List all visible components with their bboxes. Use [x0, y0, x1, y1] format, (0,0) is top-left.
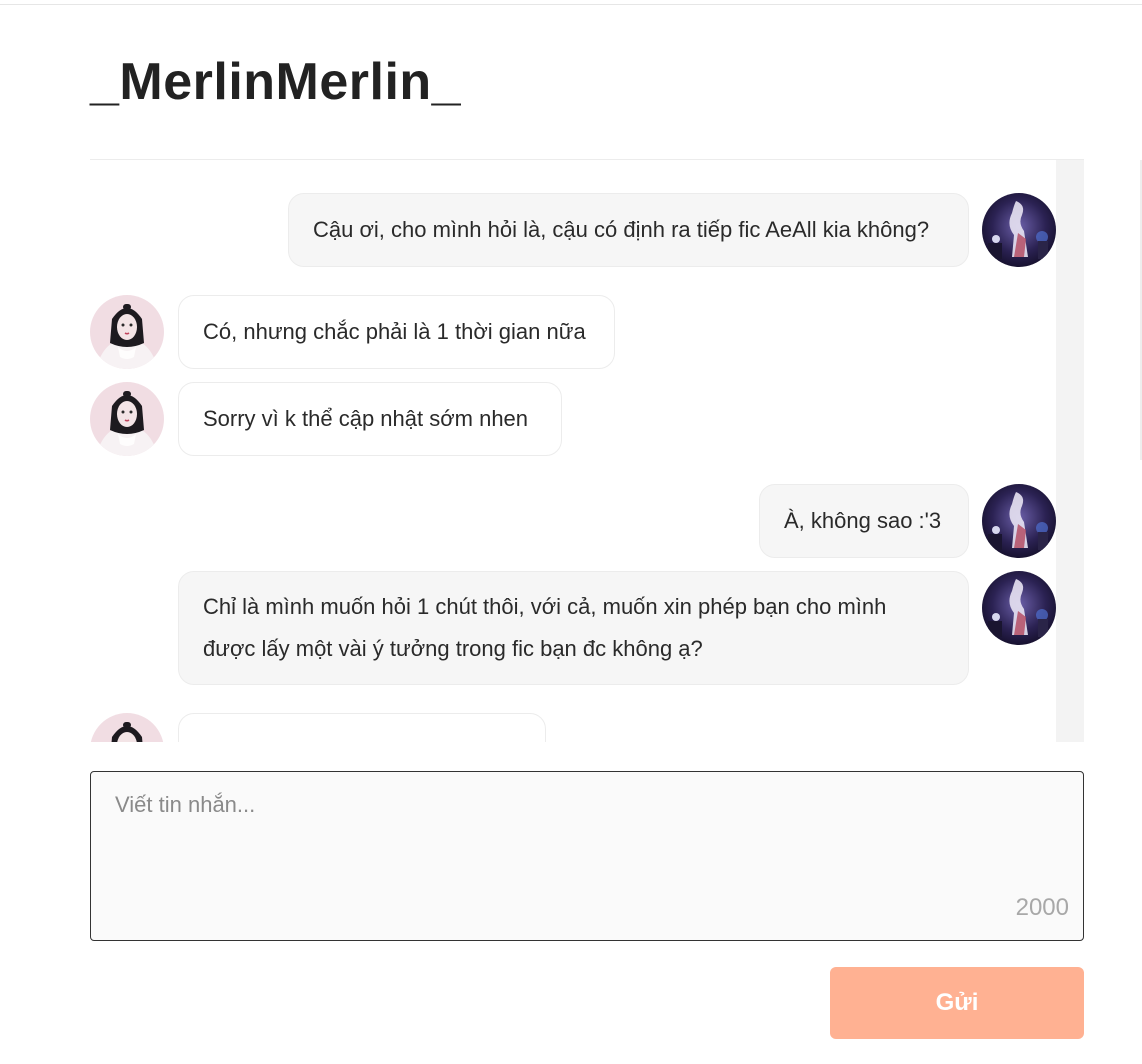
chat-scrollbar[interactable]	[1056, 160, 1084, 742]
char-counter: 2000	[1015, 894, 1069, 921]
contact-avatar-icon[interactable]	[90, 295, 164, 369]
user-avatar-icon[interactable]	[982, 484, 1056, 558]
contact-avatar-icon[interactable]	[90, 382, 164, 456]
message-text: Cậu ơi, cho mình hỏi là, cậu có định ra …	[313, 217, 930, 242]
message-text: Sorry vì k thể cập nhật sớm nhen	[203, 406, 529, 431]
message-composer[interactable]: 2000	[90, 771, 1084, 941]
message-bubble-sent: Cậu ơi, cho mình hỏi là, cậu có định ra …	[288, 193, 969, 267]
message-text: Có, nhưng chắc phải là 1 thời gian nữa	[203, 319, 586, 344]
message-bubble-received: Có, nhưng chắc phải là 1 thời gian nữa	[178, 295, 615, 369]
send-button[interactable]: Gửi	[830, 967, 1084, 1039]
message-bubble-sent: Chỉ là mình muốn hỏi 1 chút thôi, với cả…	[178, 571, 969, 685]
message-text: Chỉ là mình muốn hỏi 1 chút thôi, với cả…	[203, 594, 887, 661]
message-bubble-sent: À, không sao :'3	[759, 484, 969, 558]
top-divider	[0, 4, 1142, 5]
user-avatar-icon[interactable]	[982, 193, 1056, 267]
message-bubble-received-partial	[178, 713, 546, 742]
user-avatar-icon[interactable]	[982, 571, 1056, 645]
message-bubble-received: Sorry vì k thể cập nhật sớm nhen	[178, 382, 562, 456]
chat-thread[interactable]: Cậu ơi, cho mình hỏi là, cậu có định ra …	[90, 160, 1084, 742]
page-title: _MerlinMerlin_	[90, 53, 462, 111]
message-text: À, không sao :'3	[784, 508, 942, 533]
contact-avatar-icon[interactable]	[90, 713, 164, 742]
message-input[interactable]	[91, 772, 1083, 940]
